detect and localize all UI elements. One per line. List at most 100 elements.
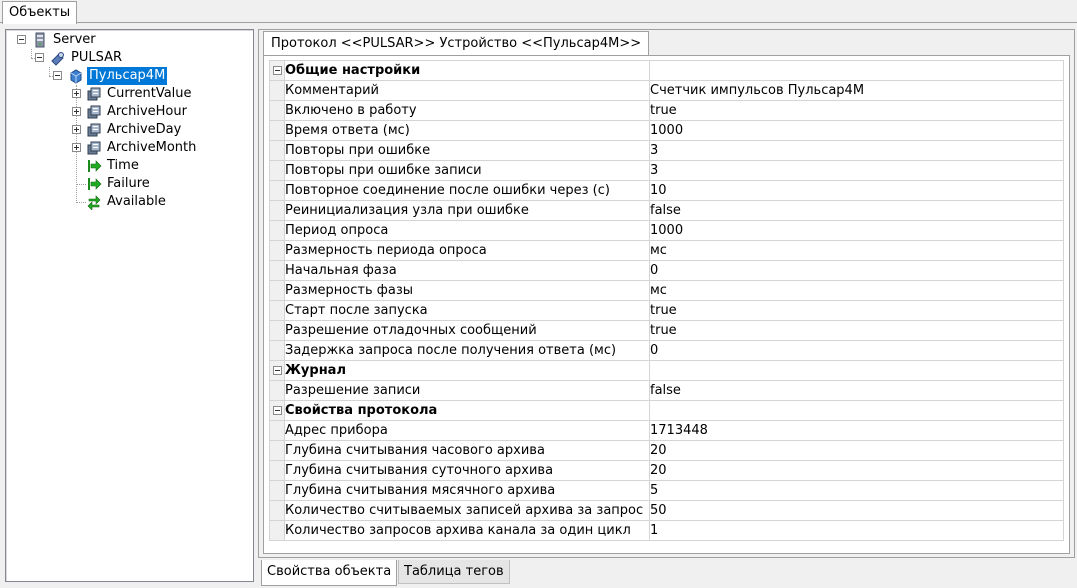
property-row[interactable]: Глубина считывания мясячного архива 5 (269, 480, 1064, 501)
property-value[interactable]: 1 (649, 520, 1064, 541)
property-name: Глубина считывания суточного архива (284, 460, 650, 481)
property-row[interactable]: Время ответа (мс) 1000 (269, 120, 1064, 141)
property-name: Начальная фаза (284, 260, 650, 281)
property-value[interactable]: мс (649, 240, 1064, 261)
grid-gutter (269, 280, 285, 301)
property-value[interactable]: мс (649, 280, 1064, 301)
property-row[interactable]: Повторное соединение после ошибки через … (269, 180, 1064, 201)
grid-category-row[interactable]: Свойства протокола (269, 400, 1064, 421)
property-row[interactable]: Реинициализация узла при ошибке false (269, 200, 1064, 221)
tree-node-pulsar[interactable]: PULSAR (6, 49, 253, 67)
property-row[interactable]: Адрес прибора 1713448 (269, 420, 1064, 441)
property-value[interactable]: true (649, 100, 1064, 121)
grid-gutter (269, 300, 285, 321)
tree-node-pulsar4m[interactable]: Пульсар4М (6, 66, 253, 86)
tree-node-currentvalue[interactable]: CurrentValue (6, 85, 253, 103)
collapse-toggle[interactable] (53, 71, 62, 80)
property-value[interactable]: Счетчик импульсов Пульсар4М (649, 80, 1064, 101)
property-name: Глубина считывания часового архива (284, 440, 650, 461)
expand-toggle[interactable] (72, 125, 81, 134)
green-arrow-icon (88, 178, 102, 190)
property-row[interactable]: Разрешение записи false (269, 380, 1064, 401)
property-value[interactable]: 3 (649, 160, 1064, 181)
tree-node-label: PULSAR (71, 50, 123, 65)
collapse-category-toggle[interactable] (272, 406, 282, 415)
tree-node-archivehour[interactable]: ArchiveHour (6, 103, 253, 121)
grid-gutter (269, 100, 285, 121)
tree-node-time[interactable]: Time (6, 157, 253, 175)
property-value[interactable]: 0 (649, 340, 1064, 361)
property-row[interactable]: Повторы при ошибке записи 3 (269, 160, 1064, 181)
property-name: Количество считываемых записей архива за… (284, 500, 650, 521)
property-value[interactable]: 1000 (649, 220, 1064, 241)
property-row[interactable]: Размерность периода опроса мс (269, 240, 1064, 261)
grid-gutter (269, 220, 285, 241)
property-value[interactable]: 20 (649, 460, 1064, 481)
property-name: Разрешение записи (284, 380, 650, 401)
property-row[interactable]: Глубина считывания часового архива 20 (269, 440, 1064, 461)
collapse-toggle[interactable] (35, 53, 44, 62)
expand-toggle[interactable] (72, 107, 81, 116)
property-value[interactable]: 20 (649, 440, 1064, 461)
property-value[interactable]: 1713448 (649, 420, 1064, 441)
property-row[interactable]: Комментарий Счетчик импульсов Пульсар4М (269, 80, 1064, 101)
collapse-category-toggle[interactable] (272, 366, 282, 375)
device-icon (70, 69, 82, 84)
grid-category-row[interactable]: Общие настройки (269, 60, 1064, 81)
property-value[interactable]: false (649, 380, 1064, 401)
property-value[interactable]: true (649, 320, 1064, 341)
grid-gutter (269, 240, 285, 261)
tree-node-label: ArchiveMonth (107, 140, 197, 155)
collapse-toggle[interactable] (17, 35, 26, 44)
tag-group-icon (87, 141, 101, 155)
tree-node-server[interactable]: Server (6, 31, 253, 49)
property-value[interactable]: 10 (649, 180, 1064, 201)
property-row[interactable]: Задержка запроса после получения ответа … (269, 340, 1064, 361)
category-title: Свойства протокола (284, 400, 650, 421)
collapse-category-toggle[interactable] (272, 66, 282, 75)
property-row[interactable]: Количество запросов архива канала за оди… (269, 520, 1064, 541)
property-row[interactable]: Разрешение отладочных сообщений true (269, 320, 1064, 341)
tree-node-archivemonth[interactable]: ArchiveMonth (6, 139, 253, 157)
tree-node-label: Server (53, 32, 96, 47)
tab-object-properties[interactable]: Свойства объекта (261, 560, 398, 586)
grid-category-row[interactable]: Журнал (269, 360, 1064, 381)
property-name: Повторы при ошибке записи (284, 160, 650, 181)
tab-objects[interactable]: Объекты (2, 1, 78, 24)
property-name: Старт после запуска (284, 300, 650, 321)
object-tree[interactable]: Server PULSAR Пульсар4М CurrentValue Arc… (5, 29, 254, 582)
property-value[interactable]: false (649, 200, 1064, 221)
tab-protocol-device[interactable]: Протокол <<PULSAR>> Устройство <<Пульсар… (263, 31, 650, 55)
tree-node-label: ArchiveHour (107, 104, 187, 119)
tree-node-available[interactable]: Available (6, 193, 253, 211)
tag-group-icon (87, 105, 101, 119)
property-row[interactable]: Начальная фаза 0 (269, 260, 1064, 281)
tree-node-label: Available (107, 194, 166, 209)
tab-tag-table[interactable]: Таблица тегов (398, 560, 510, 584)
property-value[interactable]: 3 (649, 140, 1064, 161)
grid-gutter (269, 520, 285, 541)
grid-gutter (269, 340, 285, 361)
expand-toggle[interactable] (72, 89, 81, 98)
category-value-cell (649, 60, 1064, 81)
property-row[interactable]: Старт после запуска true (269, 300, 1064, 321)
property-value[interactable]: true (649, 300, 1064, 321)
property-value[interactable]: 1000 (649, 120, 1064, 141)
property-row[interactable]: Период опроса 1000 (269, 220, 1064, 241)
tree-node-failure[interactable]: Failure (6, 175, 253, 193)
property-row[interactable]: Глубина считывания суточного архива 20 (269, 460, 1064, 481)
property-row[interactable]: Количество считываемых записей архива за… (269, 500, 1064, 521)
tree-node-archiveday[interactable]: ArchiveDay (6, 121, 253, 139)
property-value[interactable]: 0 (649, 260, 1064, 281)
property-row[interactable]: Включено в работу true (269, 100, 1064, 121)
property-value[interactable]: 50 (649, 500, 1064, 521)
top-tabbar: Объекты (0, 0, 1077, 24)
property-row[interactable]: Повторы при ошибке 3 (269, 140, 1064, 161)
category-value-cell (649, 360, 1064, 381)
expand-toggle[interactable] (72, 143, 81, 152)
grid-gutter (269, 140, 285, 161)
property-row[interactable]: Размерность фазы мс (269, 280, 1064, 301)
property-grid: Общие настройки Комментарий Счетчик импуль… (269, 60, 1064, 541)
grid-gutter (269, 460, 285, 481)
property-value[interactable]: 5 (649, 480, 1064, 501)
